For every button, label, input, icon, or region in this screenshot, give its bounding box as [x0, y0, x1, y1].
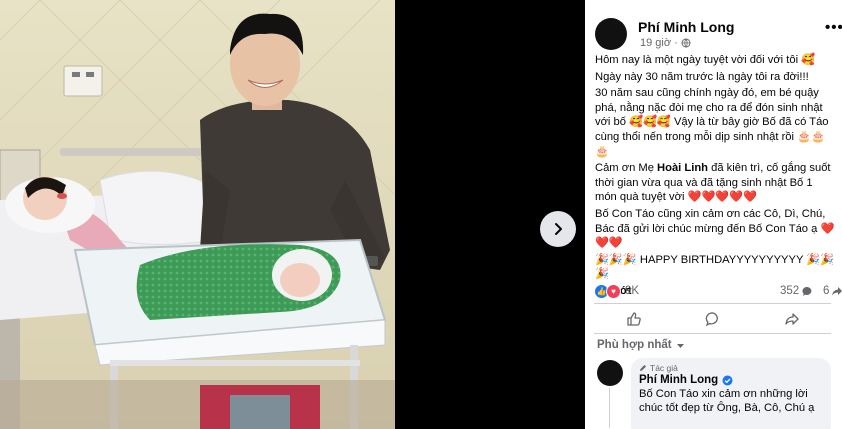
comment-text: Bố Con Táo xin cảm ơn những lời chúc tốt… — [639, 388, 815, 414]
thanks-prefix: Cảm ơn Mẹ — [595, 162, 658, 175]
photo-image — [0, 0, 395, 429]
author-avatar[interactable] — [595, 18, 627, 50]
post-line-3: 30 năm sau cũng chính ngày đó, em bé quậ… — [595, 87, 829, 158]
comment-author-row: Phí Minh Long — [639, 374, 823, 386]
post-thanks: Cảm ơn Mẹ Hoài Linh đã kiên trì, cố gắng… — [595, 161, 835, 205]
comment-sort-dropdown[interactable]: Phù hợp nhất — [597, 339, 685, 351]
reaction-icons[interactable]: 👍 ♥ — [594, 284, 621, 299]
author-tag-label: Tác giả — [650, 363, 678, 373]
pencil-icon — [640, 365, 646, 371]
post-author[interactable]: Phí Minh Long — [638, 19, 734, 35]
photo-viewer — [0, 0, 585, 429]
post-birthday: 🎉🎉🎉 HAPPY BIRTHDAYYYYYYYYYY 🎉🎉🎉 — [595, 253, 835, 281]
post-panel: Phí Minh Long 19 giờ · ••• Hôm nay là mộ… — [585, 0, 842, 429]
post-photo[interactable] — [0, 0, 395, 429]
post-line-1: Hôm nay là một ngày tuyệt vời đối với tô… — [595, 54, 816, 66]
comment-bubble-icon — [802, 286, 812, 296]
chevron-right-icon — [555, 223, 562, 235]
author-tag-badge: Tác giả — [639, 363, 823, 373]
mention-hoai-linh[interactable]: Hoài Linh — [657, 162, 708, 174]
caret-down-icon — [676, 343, 684, 348]
love-reaction-icon: ♥ — [606, 284, 621, 299]
sort-label: Phù hợp nhất — [597, 339, 672, 351]
divider-top — [594, 303, 831, 304]
share-count-value: 6 — [823, 285, 830, 297]
reaction-count[interactable]: 9K — [625, 285, 639, 297]
post-thanks-family: Bố Con Táo cũng xin cảm ơn các Cô, Dì, C… — [595, 207, 835, 250]
post-text: Hôm nay là một ngày tuyệt vời đối với tô… — [595, 53, 835, 301]
globe-icon — [681, 38, 691, 48]
post-stats: 👍 ♥ 9K 352 6 — [594, 283, 842, 301]
comment-bubble: Tác giả Phí Minh Long Bố Con Táo xin cảm… — [631, 358, 831, 429]
post-meta: 19 giờ · — [640, 37, 691, 49]
comment-button[interactable] — [673, 305, 752, 333]
like-button[interactable] — [594, 305, 673, 333]
share-small-icon — [832, 287, 842, 296]
thumbs-up-icon — [626, 312, 641, 326]
divider-bottom — [594, 333, 831, 334]
comment-count[interactable]: 352 — [780, 285, 813, 297]
post-time[interactable]: 19 giờ — [640, 37, 671, 49]
thread-line — [609, 388, 610, 428]
post-header: Phí Minh Long 19 giờ · ••• — [595, 16, 842, 56]
comment-author-avatar[interactable] — [597, 360, 623, 386]
share-count[interactable]: 6 — [823, 285, 842, 297]
comment-icon — [705, 312, 718, 327]
share-icon — [784, 313, 799, 325]
comment-author[interactable]: Phí Minh Long — [639, 374, 718, 386]
verified-badge-icon — [722, 375, 733, 385]
next-photo-button[interactable] — [540, 211, 576, 247]
more-options-button[interactable]: ••• — [825, 19, 842, 36]
post-line-2: Ngày này 30 năm trước là ngày tôi ra đời… — [595, 70, 809, 83]
post-actions — [594, 305, 831, 333]
comment-count-value: 352 — [780, 285, 800, 297]
share-button[interactable] — [752, 305, 831, 333]
